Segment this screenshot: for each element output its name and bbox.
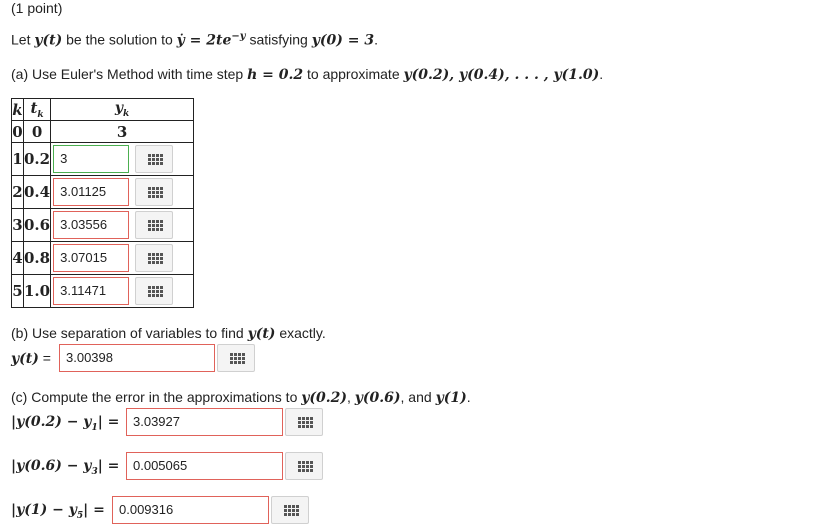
error-label-1: |y(0.2) − y1| = [11, 414, 120, 433]
row-k: 5 [11, 274, 24, 308]
header-t: tk [22, 98, 52, 121]
part-b-prompt: (b) Use separation of variables to find … [11, 325, 326, 342]
part-c-end: . [466, 389, 471, 405]
row0-y: 3 [50, 120, 195, 143]
keypad-button[interactable] [217, 344, 255, 372]
answer-input-y5[interactable]: 3.11471 [53, 277, 130, 305]
problem-statement: Let y(t) be the solution to ẏ = 2te−y sa… [11, 31, 378, 49]
intro-mid: be the solution to [62, 31, 177, 48]
keypad-button[interactable] [285, 452, 323, 480]
intro-exp: −y [231, 31, 246, 42]
part-c-t3: y(1) [435, 390, 467, 406]
keypad-button[interactable] [135, 277, 174, 305]
keypad-button[interactable] [135, 244, 174, 272]
part-a-prefix: (a) Use Euler's Method with time step [11, 66, 248, 82]
keypad-button[interactable] [135, 211, 174, 239]
grid-keypad-icon [148, 253, 164, 264]
part-c-t1: y(0.2) [301, 390, 347, 406]
part-c-sep2: , and [400, 389, 436, 405]
grid-keypad-icon [230, 353, 245, 364]
part-b-end: exactly. [275, 325, 326, 341]
header-y: yk [50, 98, 195, 121]
keypad-button[interactable] [285, 408, 323, 436]
euler-table: k tk yk 0 0 3 1 0.2 3 2 0.4 3.01125 3 0.… [11, 98, 195, 308]
part-b-eq: = [38, 350, 51, 366]
part-a-targets: y(0.2), y(0.4), . . . , y(1.0) [403, 67, 600, 83]
header-k: k [11, 98, 24, 121]
error-label-5: |y(1) − y5| = [11, 502, 105, 521]
row-k: 2 [11, 175, 24, 209]
table-row: 4 0.8 3.07015 [11, 241, 195, 275]
part-a-mid: to approximate [303, 66, 404, 82]
answer-input-y3[interactable]: 3.03556 [53, 211, 130, 239]
intro-ic: y(0) = 3 [311, 32, 375, 49]
row-t: 0.4 [22, 175, 52, 209]
error-label-3: |y(0.6) − y3| = [11, 458, 120, 477]
part-a-prompt: (a) Use Euler's Method with time step h … [11, 66, 603, 83]
answer-input-error-1[interactable]: 3.03927 [126, 408, 283, 436]
row-k: 1 [11, 142, 24, 176]
part-b-answer-label: y(t) = [11, 350, 51, 367]
part-c-t2: y(0.6) [354, 390, 401, 406]
row-t: 0.6 [22, 208, 52, 242]
part-c-prefix: (c) Compute the error in the approximati… [11, 389, 302, 405]
part-b-prefix: (b) Use separation of variables to find [11, 325, 248, 341]
grid-keypad-icon [148, 286, 164, 297]
table-row: 2 0.4 3.01125 [11, 175, 195, 209]
points-label: (1 point) [11, 0, 63, 16]
grid-keypad-icon [298, 417, 313, 428]
keypad-button[interactable] [271, 496, 309, 524]
intro-end: . [374, 31, 378, 48]
row-k: 3 [11, 208, 24, 242]
row-k: 4 [11, 241, 24, 275]
intro-yt: y(t) [34, 32, 63, 49]
table-row: 5 1.0 3.11471 [11, 274, 195, 308]
part-c-prompt: (c) Compute the error in the approximati… [11, 389, 471, 406]
table-row: 3 0.6 3.03556 [11, 208, 195, 242]
part-b-lhs: y(t) [11, 351, 39, 367]
row-t: 0.8 [22, 241, 52, 275]
grid-keypad-icon [284, 505, 299, 516]
grid-keypad-icon [148, 154, 164, 165]
grid-keypad-icon [148, 187, 164, 198]
row-t: 1.0 [22, 274, 52, 308]
keypad-button[interactable] [135, 178, 174, 206]
part-a-h: h = 0.2 [247, 67, 304, 83]
answer-input-error-5[interactable]: 0.009316 [112, 496, 269, 524]
keypad-button[interactable] [135, 145, 174, 173]
answer-input-y2[interactable]: 3.01125 [53, 178, 130, 206]
row-t: 0.2 [22, 142, 52, 176]
row0-k: 0 [11, 120, 24, 143]
intro-ode: ẏ = 2te [176, 32, 232, 49]
table-row: 1 0.2 3 [11, 142, 195, 176]
part-b-yt: y(t) [247, 326, 276, 342]
row0-t: 0 [22, 120, 52, 143]
answer-input-y4[interactable]: 3.07015 [53, 244, 130, 272]
part-a-end: . [599, 66, 604, 82]
intro-prefix: Let [11, 31, 35, 48]
intro-mid2: satisfying [245, 31, 312, 48]
part-c-sep1: , [347, 389, 355, 405]
answer-input-yt[interactable]: 3.00398 [59, 344, 215, 372]
answer-input-y1[interactable]: 3 [53, 145, 130, 173]
answer-input-error-3[interactable]: 0.005065 [126, 452, 283, 480]
grid-keypad-icon [298, 461, 313, 472]
grid-keypad-icon [148, 220, 164, 231]
